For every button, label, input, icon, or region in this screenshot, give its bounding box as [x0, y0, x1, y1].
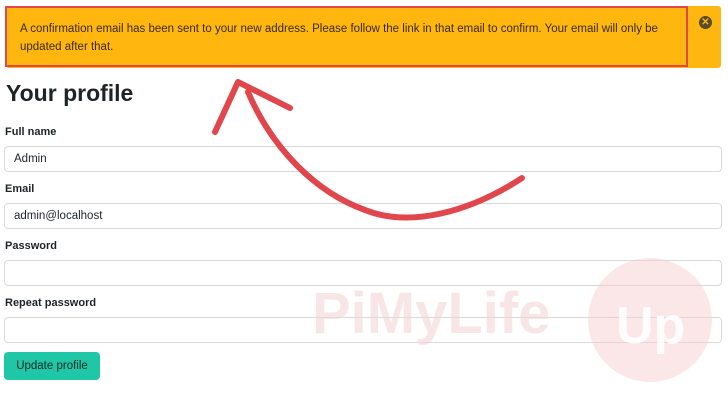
full-name-input[interactable]: [4, 146, 722, 172]
email-input[interactable]: [4, 203, 722, 229]
repeat-password-label: Repeat password: [5, 297, 97, 309]
password-input[interactable]: [4, 260, 722, 286]
close-circle-icon[interactable]: ✕: [699, 16, 712, 29]
confirmation-notification: A confirmation email has been sent to yo…: [6, 6, 721, 68]
password-label: Password: [5, 240, 57, 252]
notification-message: A confirmation email has been sent to yo…: [20, 23, 658, 53]
full-name-label: Full name: [5, 126, 57, 138]
page-title: Your profile: [6, 80, 134, 106]
repeat-password-input[interactable]: [4, 317, 722, 343]
email-label: Email: [5, 183, 35, 195]
update-profile-button[interactable]: Update profile: [4, 352, 100, 380]
